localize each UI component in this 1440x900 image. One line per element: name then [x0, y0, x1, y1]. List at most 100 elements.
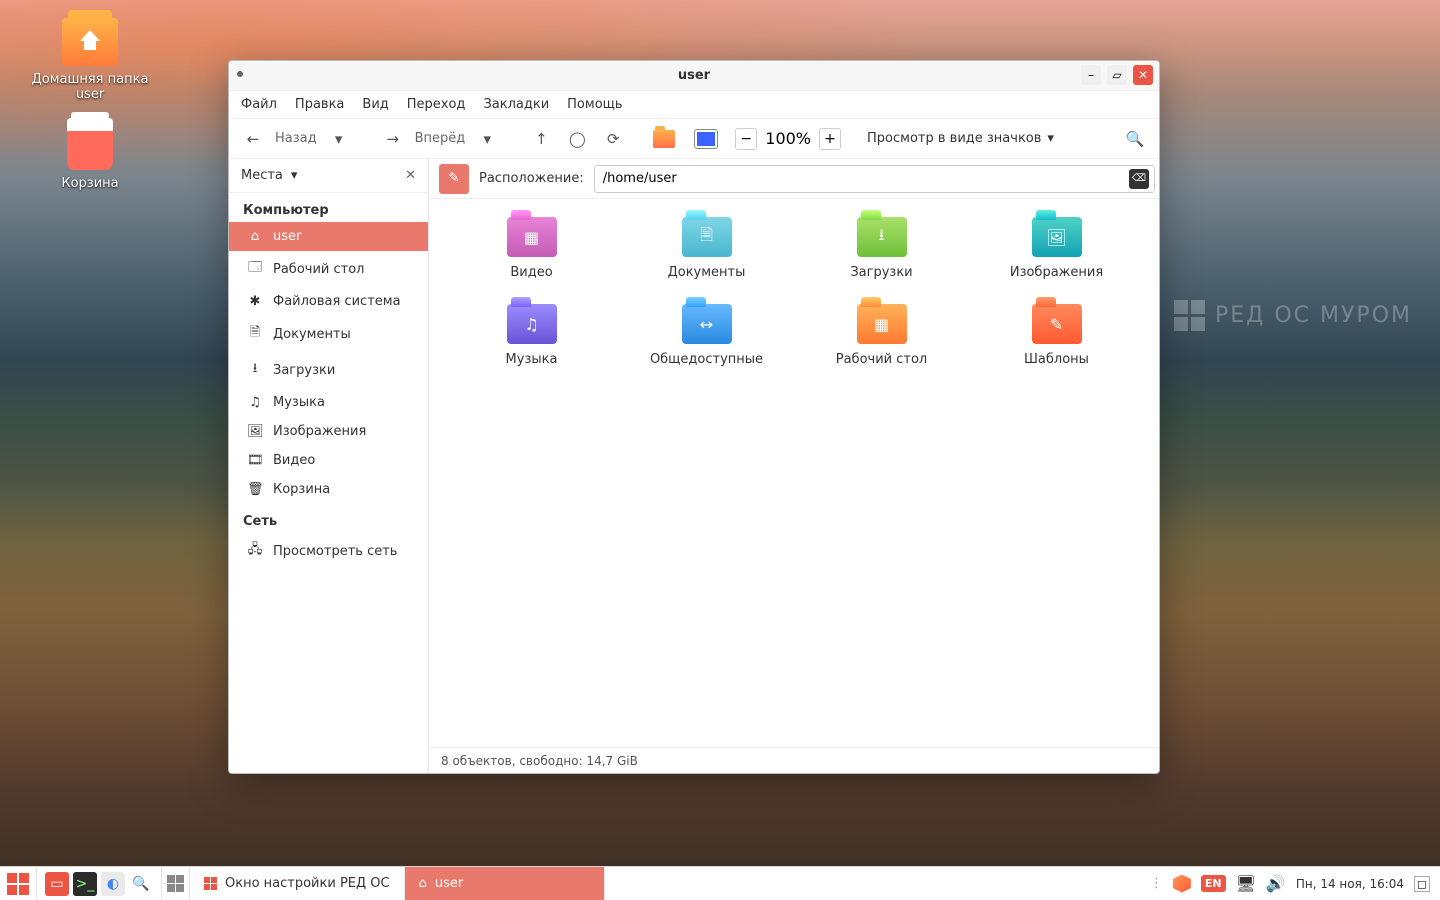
system-tray: ⋮ EN 🖥 🔊 Пн, 14 ноя, 16:04 ◻ — [1140, 867, 1440, 900]
sidebar-item-label: Рабочий стол — [273, 262, 364, 277]
desktop-icon-trash[interactable]: Корзина — [20, 118, 160, 191]
nav-forward-button[interactable]: → — [379, 125, 407, 153]
menu-bookmarks[interactable]: Закладки — [483, 97, 549, 112]
sidebar-item[interactable]: ♫ Музыка — [229, 388, 428, 417]
sidebar-section-title: Компьютер — [229, 193, 428, 222]
file-item[interactable]: ✎ Шаблоны — [974, 304, 1139, 367]
file-item[interactable]: ♫ Музыка — [449, 304, 614, 367]
sidebar-item-icon: ♫ — [247, 395, 263, 410]
quicklaunch-browser-icon[interactable]: ◐ — [101, 872, 125, 896]
folder-icon: ⭳ — [857, 217, 907, 257]
sidebar-panel-dropdown[interactable]: ▾ — [291, 168, 298, 183]
location-input[interactable] — [594, 165, 1155, 193]
location-edit-button[interactable]: ✎ — [439, 164, 469, 194]
trash-icon — [67, 118, 113, 170]
file-item-label: Общедоступные — [650, 352, 763, 367]
sidebar-panel-header: Места ▾ ✕ — [229, 159, 428, 193]
folder-icon: ♫ — [507, 304, 557, 344]
search-button[interactable]: 🔍 — [1121, 125, 1149, 153]
start-menu-button[interactable] — [0, 867, 36, 900]
file-item-label: Рабочий стол — [836, 352, 927, 367]
workspace-switcher[interactable] — [162, 867, 190, 900]
sidebar: Места ▾ ✕ Компьютер⌂user 🗔 Рабочий стол ✱ Фа… — [229, 159, 429, 773]
sidebar-item[interactable]: ⌂user — [229, 222, 428, 251]
nav-stop-button[interactable]: ◯ — [563, 125, 591, 153]
sidebar-item-label: Файловая система — [273, 294, 401, 309]
main-pane: ✎ Расположение: ⌫ ▦Видео🗎Документы⭳Загру… — [429, 159, 1159, 773]
sidebar-item-icon: 🗎 — [247, 323, 263, 345]
sidebar-item[interactable]: 🗔 Рабочий стол — [229, 251, 428, 287]
sidebar-item[interactable]: 🖼Изображения — [229, 417, 428, 446]
quicklaunch-search-icon[interactable]: 🔍 — [129, 872, 153, 896]
sidebar-item[interactable]: 🎞Видео — [229, 446, 428, 475]
folder-icon: ▦ — [507, 217, 557, 257]
window-maximize-button[interactable]: ▱ — [1107, 65, 1127, 85]
menu-help[interactable]: Помощь — [567, 97, 622, 112]
sidebar-item-label: Музыка — [273, 395, 325, 410]
tray-app-icon[interactable] — [1173, 875, 1191, 893]
tray-network-icon[interactable]: 🖥 — [1236, 874, 1256, 893]
window-menu-icon[interactable] — [237, 71, 243, 77]
menu-go[interactable]: Переход — [407, 97, 466, 112]
quicklaunch-files-icon[interactable]: ▭ — [45, 872, 69, 896]
nav-back-button[interactable]: ← — [239, 125, 267, 153]
desktop-icon-label: Корзина — [20, 176, 160, 191]
tray-show-desktop-icon[interactable]: ◻ — [1414, 876, 1430, 892]
quicklaunch-terminal-icon[interactable]: >_ — [73, 872, 97, 896]
zoom-in-button[interactable]: + — [819, 128, 841, 150]
go-computer-icon[interactable] — [695, 130, 717, 148]
sidebar-item-label: Видео — [273, 453, 315, 468]
window-titlebar[interactable]: user – ▱ ✕ — [229, 61, 1159, 91]
file-item-label: Загрузки — [850, 265, 912, 280]
sidebar-item-icon: ✱ — [247, 294, 263, 309]
nav-forward-dropdown[interactable]: ▾ — [473, 125, 501, 153]
file-item[interactable]: ▦Рабочий стол — [799, 304, 964, 367]
file-item[interactable]: ▦Видео — [449, 217, 614, 280]
window-close-button[interactable]: ✕ — [1133, 65, 1153, 85]
nav-up-button[interactable]: ↑ — [527, 125, 555, 153]
view-mode-select[interactable]: Просмотр в виде значков ▾ — [867, 131, 1054, 146]
file-item[interactable]: ↔ Общедоступные — [624, 304, 789, 367]
sidebar-item-icon: 🖧 — [247, 540, 263, 562]
tray-volume-icon[interactable]: 🔊 — [1266, 874, 1286, 893]
sidebar-item[interactable]: 🗎Документы — [229, 316, 428, 352]
taskbar-task[interactable]: ⌂ user — [405, 867, 605, 900]
file-item[interactable]: 🗎Документы — [624, 217, 789, 280]
zoom-out-button[interactable]: − — [735, 128, 757, 150]
home-folder-icon — [62, 18, 118, 66]
tray-clock[interactable]: Пн, 14 ноя, 16:04 — [1296, 877, 1404, 891]
folder-icon: ↔ — [682, 304, 732, 344]
menubar: Файл Правка Вид Переход Закладки Помощь — [229, 91, 1159, 119]
menu-edit[interactable]: Правка — [295, 97, 344, 112]
sidebar-item[interactable]: ✱ Файловая система — [229, 287, 428, 316]
file-item-label: Изображения — [1010, 265, 1103, 280]
sidebar-section-title: Сеть — [229, 504, 428, 533]
sidebar-item-icon: 🗔 — [247, 258, 263, 280]
go-home-icon[interactable] — [653, 130, 675, 148]
task-label: Окно настройки РЕД ОС — [225, 876, 390, 891]
task-app-icon — [204, 877, 217, 890]
menu-view[interactable]: Вид — [362, 97, 388, 112]
taskbar-task[interactable]: Окно настройки РЕД ОС — [190, 867, 405, 900]
file-item-label: Музыка — [506, 352, 558, 367]
task-home-icon: ⌂ — [419, 876, 427, 891]
tray-language-indicator[interactable]: EN — [1201, 875, 1226, 892]
folder-icon: ✎ — [1032, 304, 1082, 344]
menu-file[interactable]: Файл — [241, 97, 277, 112]
sidebar-panel-title: Места — [241, 168, 283, 183]
sidebar-item[interactable]: 🖧Просмотреть сеть — [229, 533, 428, 569]
location-clear-button[interactable]: ⌫ — [1129, 169, 1149, 189]
nav-reload-button[interactable]: ⟳ — [599, 125, 627, 153]
task-label: user — [435, 876, 463, 891]
nav-back-label: Назад — [275, 131, 317, 146]
file-item-label: Шаблоны — [1024, 352, 1089, 367]
sidebar-close-button[interactable]: ✕ — [405, 168, 416, 183]
desktop-icon-home[interactable]: Домашняя папка user — [20, 18, 160, 102]
window-minimize-button[interactable]: – — [1081, 65, 1101, 85]
sidebar-item[interactable]: ⭳Загрузки — [229, 352, 428, 388]
nav-back-dropdown[interactable]: ▾ — [325, 125, 353, 153]
file-item[interactable]: 🖼Изображения — [974, 217, 1139, 280]
sidebar-item[interactable]: 🗑Корзина — [229, 475, 428, 504]
icon-view[interactable]: ▦Видео🗎Документы ⭳ Загрузки 🖼Изображения ♫ Му… — [429, 199, 1159, 747]
file-item[interactable]: ⭳ Загрузки — [799, 217, 964, 280]
